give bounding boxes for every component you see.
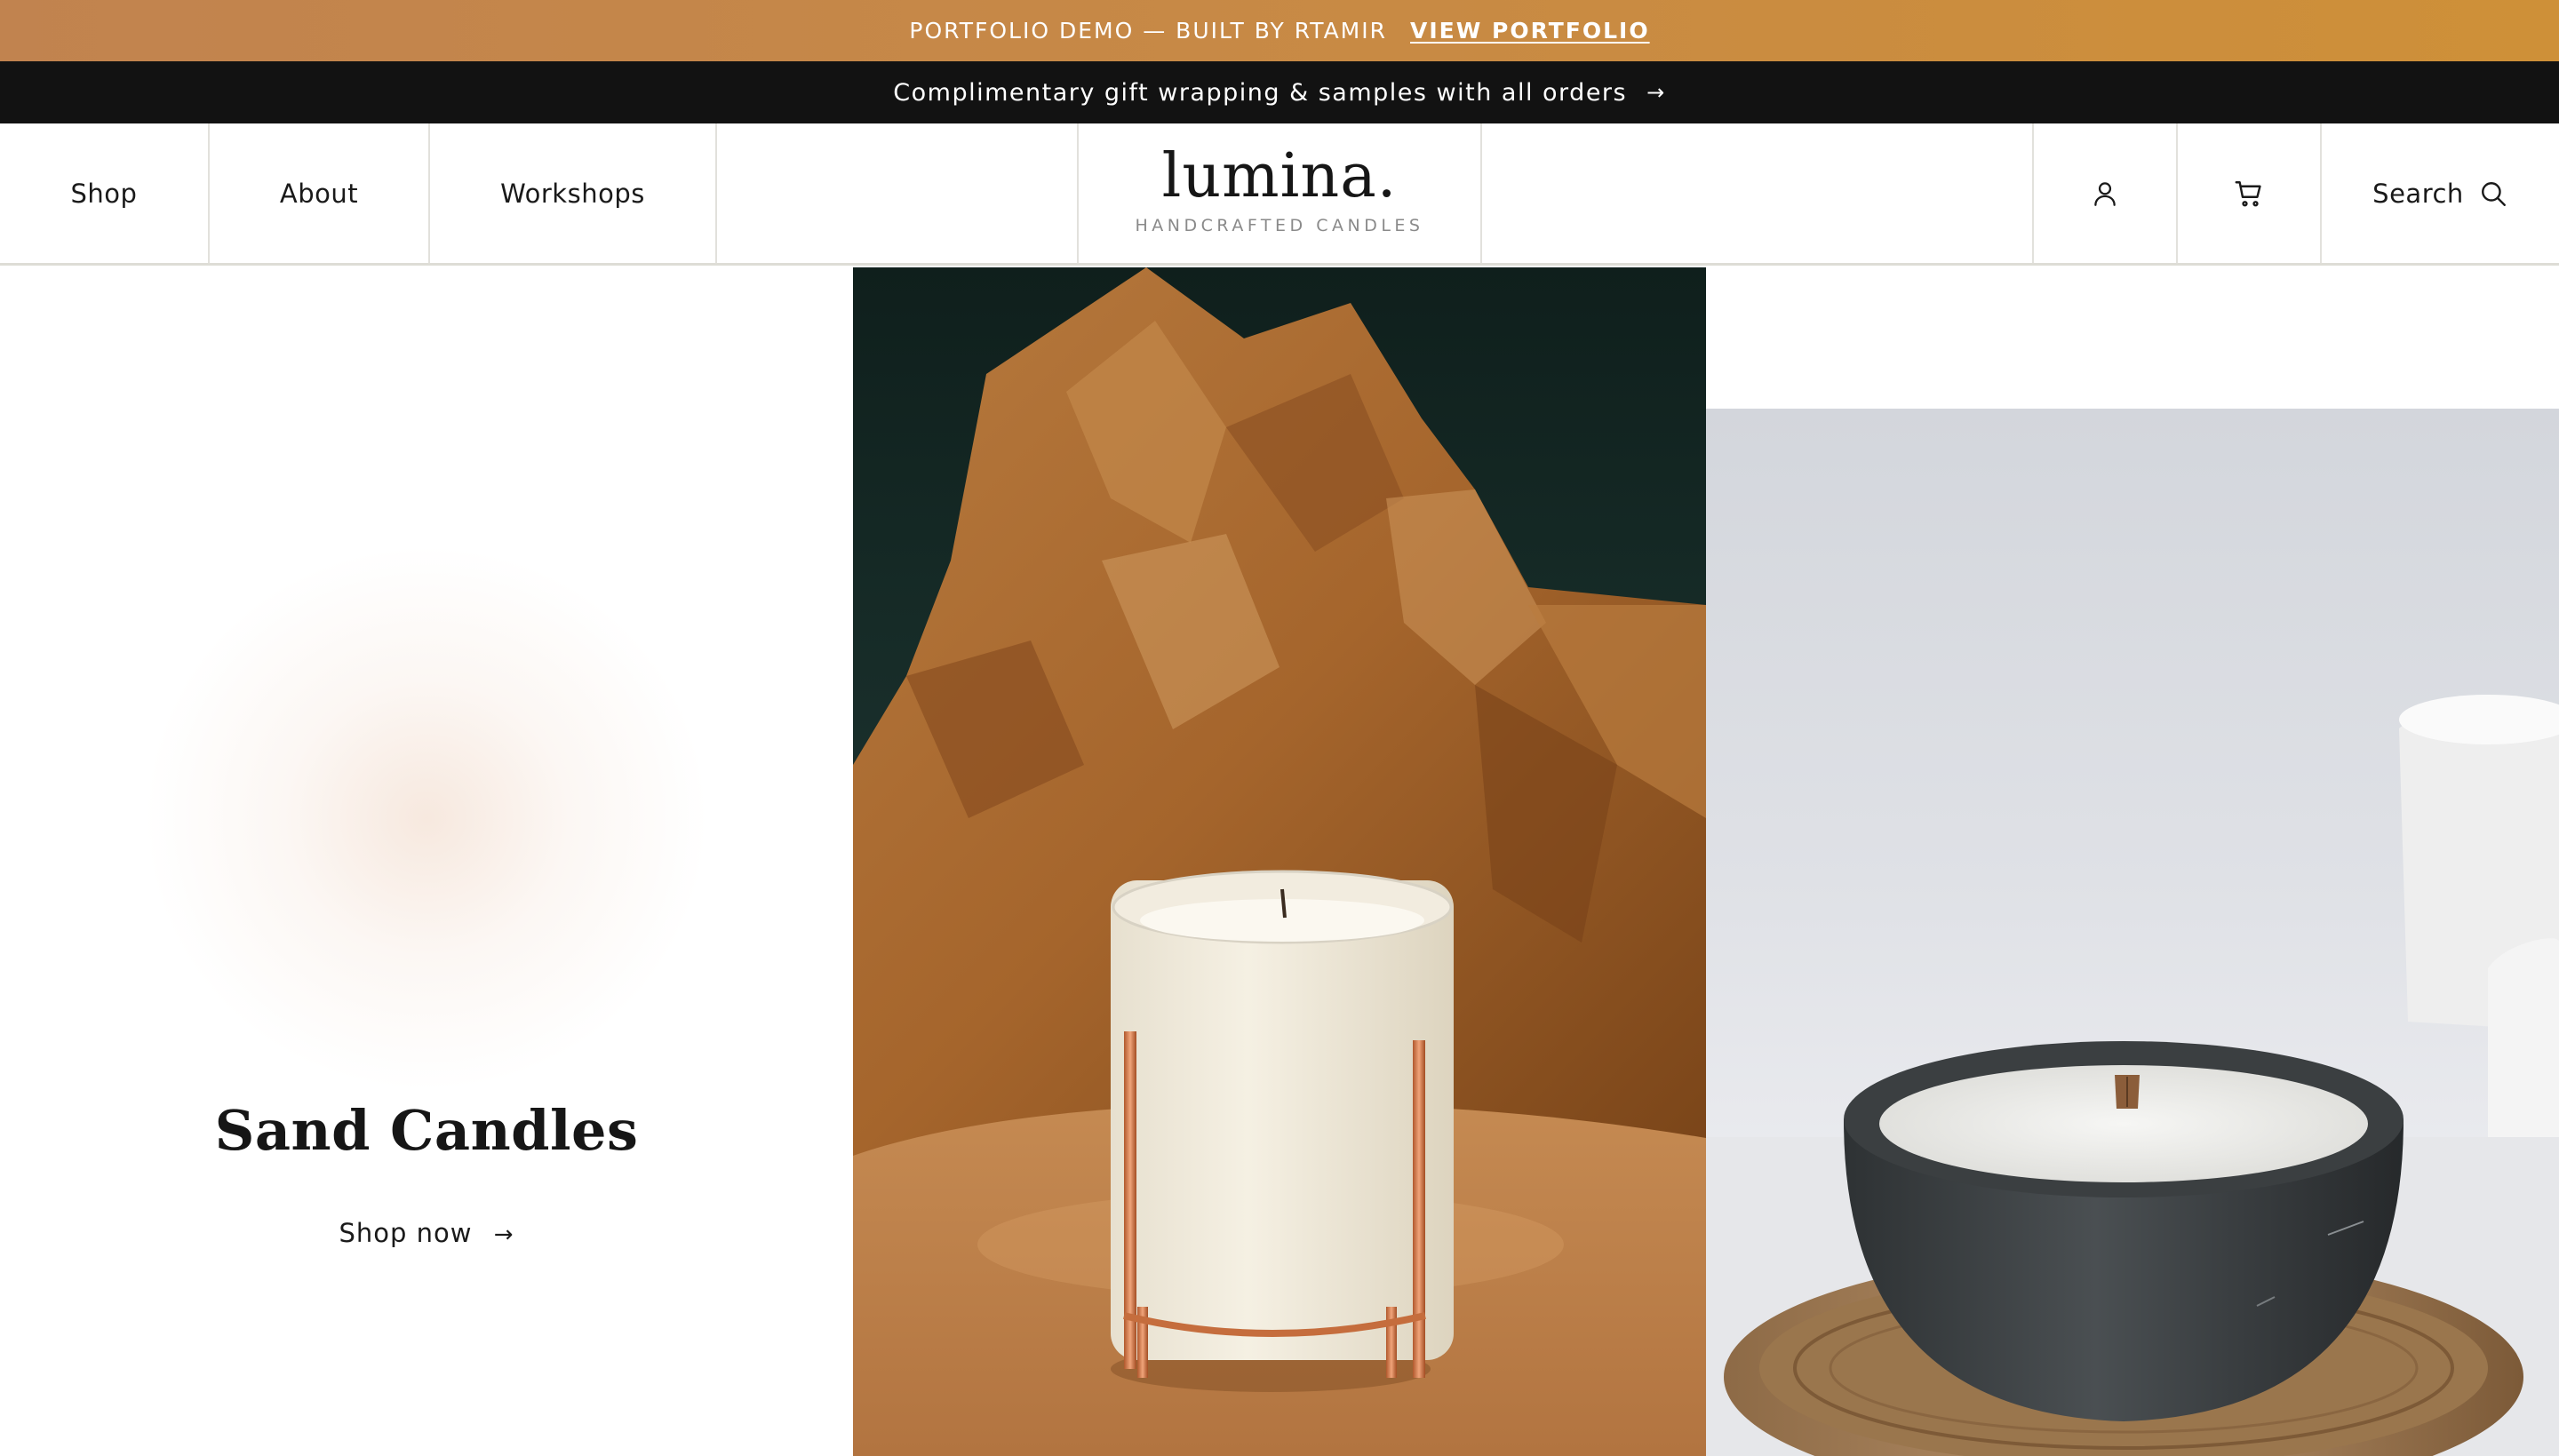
nav-item-label: About <box>279 178 359 209</box>
nav-item-shop[interactable]: Shop <box>0 123 208 263</box>
search-icon <box>2478 179 2508 209</box>
user-icon <box>2090 179 2120 209</box>
cart-button[interactable] <box>2178 123 2320 263</box>
divider <box>1480 123 1482 263</box>
nav-item-label: Shop <box>70 178 138 209</box>
portfolio-banner: PORTFOLIO DEMO — BUILT BY RTAMIR VIEW PO… <box>0 0 2559 61</box>
brand-tagline: HANDCRAFTED CANDLES <box>1135 215 1424 235</box>
brand-logo[interactable]: lumina. HANDCRAFTED CANDLES <box>1078 123 1481 263</box>
arrow-right-icon: → <box>493 1221 514 1248</box>
search-label: Search <box>2372 178 2464 209</box>
hero-text-panel: Sand Candles Shop now → <box>0 267 853 1456</box>
candle-kraft-illustration <box>853 267 1706 1456</box>
brand-wordmark: lumina. <box>1161 140 1398 211</box>
portfolio-banner-text: PORTFOLIO DEMO — BUILT BY RTAMIR <box>909 18 1387 44</box>
view-portfolio-link[interactable]: VIEW PORTFOLIO <box>1410 18 1650 44</box>
decorative-glow <box>142 543 711 1094</box>
arrow-right-icon: → <box>1646 80 1666 105</box>
divider <box>715 123 717 263</box>
candle-concrete-bowl-image[interactable] <box>1706 409 2559 1456</box>
shop-now-link[interactable]: Shop now → <box>0 1218 853 1248</box>
candle-concrete-illustration <box>1706 695 2559 1456</box>
account-button[interactable] <box>2034 123 2176 263</box>
announcement-bar[interactable]: Complimentary gift wrapping & samples wi… <box>0 61 2559 123</box>
site-header: Shop About Workshops lumina. HANDCRAFTED… <box>0 123 2559 266</box>
nav-item-about[interactable]: About <box>210 123 428 263</box>
hero-title: Sand Candles <box>214 1098 639 1163</box>
nav-item-label: Workshops <box>500 178 645 209</box>
search-button[interactable]: Search <box>2322 123 2559 263</box>
candle-kraft-paper-image[interactable] <box>853 267 1706 1456</box>
nav-item-workshops[interactable]: Workshops <box>430 123 715 263</box>
cart-icon <box>2233 178 2265 210</box>
shop-now-label: Shop now <box>339 1218 473 1248</box>
announcement-text: Complimentary gift wrapping & samples wi… <box>893 78 1628 107</box>
